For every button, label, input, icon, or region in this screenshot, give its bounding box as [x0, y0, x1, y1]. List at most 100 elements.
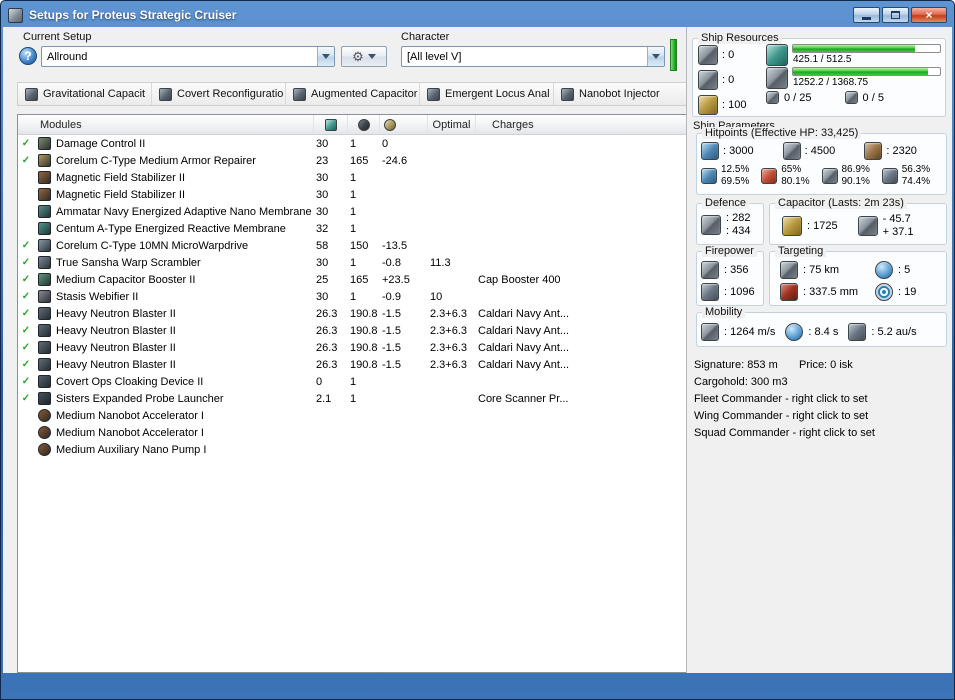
calibration-icon: [698, 95, 718, 115]
module-row[interactable]: Medium Nanobot Accelerator I: [18, 407, 687, 424]
module-row[interactable]: ✓ Sisters Expanded Probe Launcher 2.1 1 Core…: [18, 390, 687, 407]
drone-bandwidth-value: 0 / 5: [862, 91, 884, 104]
hitpoints-group: Hitpoints (Effective HP: 33,425) : 3000 …: [696, 127, 947, 195]
fleet-commander-text[interactable]: Fleet Commander - right click to set: [694, 393, 868, 405]
module-row[interactable]: ✓ Medium Capacitor Booster II 25 165 +23.5 Ca…: [18, 271, 687, 288]
mobility-group: Mobility : 1264 m/s : 8.4 s : 5.2 au/s: [696, 306, 947, 347]
active-check-icon: ✓: [21, 359, 31, 370]
right-panel: Ship Resources : 0 : 0 : 100 425.1 / 512…: [686, 27, 952, 673]
setup-combobox-value: Allround: [47, 50, 88, 63]
defence-icon: [701, 214, 721, 235]
targeting-body: : 75 km : 5 : 337.5 mm : 19: [770, 252, 946, 301]
subsystem-tab-core[interactable]: Augmented Capacitor: [286, 83, 420, 105]
firepower-group: Firepower : 356 : 1096: [696, 245, 764, 306]
module-name: Medium Nanobot Accelerator I: [56, 426, 204, 439]
module-row[interactable]: Medium Auxiliary Nano Pump I: [18, 441, 687, 458]
turret-hardpoints-icon: [698, 45, 718, 65]
module-name: Medium Nanobot Accelerator I: [56, 409, 204, 422]
module-row[interactable]: ✓ Heavy Neutron Blaster II 26.3 190.8 -1.5 2.…: [18, 305, 687, 322]
squad-commander-text[interactable]: Squad Commander - right click to set: [694, 427, 875, 439]
module-row[interactable]: Ammatar Navy Energized Adaptive Nano Mem…: [18, 203, 687, 220]
volley-icon: [701, 283, 719, 301]
setup-tools-button[interactable]: ⚙: [341, 46, 387, 67]
column-header-capacitor[interactable]: [380, 115, 428, 134]
module-row[interactable]: ✓ Damage Control II 30 1 0: [18, 135, 687, 152]
armor-em-resist: 69.5%: [721, 176, 750, 187]
module-powergrid: 1: [350, 137, 357, 150]
character-combobox-dropdown-button[interactable]: [647, 47, 664, 66]
module-cpu: 0: [316, 375, 323, 388]
column-header-modules[interactable]: Modules: [18, 115, 314, 134]
module-row[interactable]: ✓ Heavy Neutron Blaster II 26.3 190.8 -1.5 2.…: [18, 322, 687, 339]
module-row[interactable]: Magnetic Field Stabilizer II 30 1: [18, 169, 687, 186]
active-check-icon: ✓: [21, 393, 31, 404]
wing-commander-text[interactable]: Wing Commander - right click to set: [694, 410, 868, 422]
module-row[interactable]: ✓ Heavy Neutron Blaster II 26.3 190.8 -1.5 2.…: [18, 356, 687, 373]
module-name: Covert Ops Cloaking Device II: [56, 375, 204, 388]
active-check-icon: ✓: [21, 155, 31, 166]
setup-combobox-dropdown-button[interactable]: [317, 47, 334, 66]
module-optimal: 2.3+6.3: [430, 324, 468, 337]
cargohold-text: Cargohold: 300 m3: [694, 376, 788, 388]
subsystem-tab-offensive[interactable]: Nanobot Injector: [554, 83, 687, 105]
module-cap-use: -0.8: [382, 256, 401, 269]
align-time-icon: [785, 323, 804, 341]
app-window: Setups for Proteus Strategic Cruiser × C…: [0, 0, 955, 700]
cpu-bar-fill: [793, 45, 915, 52]
module-row[interactable]: ✓ Corelum C-Type Medium Armor Repairer 23 1…: [18, 152, 687, 169]
module-name: Heavy Neutron Blaster II: [56, 358, 176, 371]
module-icon: [37, 222, 51, 235]
subsystem-tab-defensive[interactable]: Covert Reconfiguratio: [152, 83, 286, 105]
thermal-resist-icon: [761, 167, 778, 184]
help-icon[interactable]: ?: [19, 47, 37, 65]
module-name: Corelum C-Type Medium Armor Repairer: [56, 154, 256, 167]
chevron-down-icon: [367, 54, 376, 63]
setup-combobox[interactable]: Allround: [41, 46, 335, 67]
capacitor-balance-icon: [857, 215, 878, 236]
module-row[interactable]: ✓ Covert Ops Cloaking Device II 0 1: [18, 373, 687, 390]
cpu-usage-text: 425.1 / 512.5: [793, 54, 852, 65]
module-row[interactable]: ✓ True Sansha Warp Scrambler 30 1 -0.8 11.3: [18, 254, 687, 271]
signature-text: Signature: 853 m: [694, 359, 778, 371]
module-cpu: 30: [316, 256, 329, 269]
resists-row: 12.5% 69.5% 65% 80.1% 86.9% 90.1% 56.3% 74.4…: [697, 160, 946, 187]
capacitor-amount-icon: [782, 215, 802, 236]
module-row[interactable]: ✓ Heavy Neutron Blaster II 26.3 190.8 -1.5 2.…: [18, 339, 687, 356]
character-combobox[interactable]: [All level V]: [401, 46, 665, 67]
module-icon: [37, 188, 51, 201]
column-header-powergrid[interactable]: [348, 115, 380, 134]
module-powergrid: 150: [350, 239, 369, 252]
skill-level-indicator: [670, 39, 677, 71]
close-button[interactable]: ×: [911, 7, 947, 23]
character-label: Character: [401, 31, 450, 43]
module-row[interactable]: Magnetic Field Stabilizer II 30 1: [18, 186, 687, 203]
module-powergrid: 1: [350, 392, 357, 405]
module-row[interactable]: Medium Nanobot Accelerator I: [18, 424, 687, 441]
volley-value: : 1096: [724, 286, 755, 298]
column-header-cpu[interactable]: [314, 115, 348, 134]
module-name: Medium Capacitor Booster II: [56, 273, 196, 286]
minimize-button[interactable]: [853, 7, 880, 23]
scan-resolution-icon: [780, 283, 798, 301]
module-powergrid: 1: [350, 222, 357, 235]
module-powergrid: 1: [350, 256, 357, 269]
column-header-charges[interactable]: Charges: [476, 115, 687, 134]
character-combobox-value: [All level V]: [407, 50, 462, 63]
subsystem-tab-electronics[interactable]: Emergent Locus Anal: [420, 83, 554, 105]
modules-table: Modules Optimal Charges ✓ Damage Control …: [17, 114, 688, 673]
subsystem-tab-propulsion[interactable]: Gravitational Capacit: [18, 83, 152, 105]
subsystem-tab-label: Emergent Locus Anal: [445, 88, 550, 100]
maximize-button[interactable]: [882, 7, 909, 23]
module-row[interactable]: Centum A-Type Energized Reactive Membran…: [18, 220, 687, 237]
column-header-optimal[interactable]: Optimal: [428, 115, 476, 134]
module-cap-use: +23.5: [382, 273, 410, 286]
ship-resources-title: Ship Resources: [698, 32, 782, 44]
module-row[interactable]: ✓ Stasis Webifier II 30 1 -0.9 10: [18, 288, 687, 305]
module-cpu: 26.3: [316, 358, 338, 371]
module-icon: [37, 239, 51, 252]
max-targets-value: : 5: [898, 264, 911, 276]
shield-hp-value: : 3000: [723, 145, 754, 157]
module-row[interactable]: ✓ Corelum C-Type 10MN MicroWarpdrive 58 150…: [18, 237, 687, 254]
module-powergrid: 190.8: [350, 358, 378, 371]
module-icon: [37, 256, 51, 269]
